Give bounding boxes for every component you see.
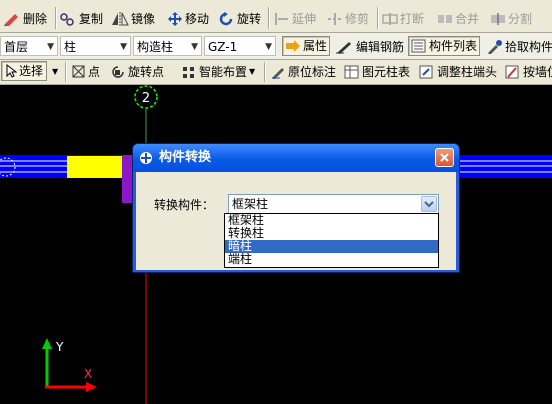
subtype-select[interactable]: 构造柱 ▼	[133, 36, 202, 56]
delete-button[interactable]: 删除	[3, 9, 47, 29]
chevron-down-icon: ▼	[249, 67, 256, 76]
chevron-down-icon: ▼	[52, 67, 59, 76]
extend-button[interactable]: 延伸	[274, 9, 316, 29]
list-icon	[411, 39, 426, 53]
smart-layout-button[interactable]: 智能布置 ▼	[181, 62, 255, 82]
component-toolbar: 首层 ▼ 柱 ▼ 构造柱 ▼ GZ-1 ▼ 属性 编辑钢筋 构件列表 拾取构件	[0, 33, 552, 60]
ucs-y-label: Y	[55, 340, 64, 354]
point-icon	[72, 65, 85, 78]
option-transfer-column[interactable]: 转换柱	[225, 227, 438, 240]
axis-number: 2	[142, 91, 150, 106]
by-wall-button[interactable]: 按墙位	[505, 62, 552, 82]
convert-component-select[interactable]: 框架柱	[228, 194, 439, 214]
move-icon	[168, 12, 182, 26]
toolbar-separator	[65, 62, 66, 82]
toolbar-separator	[264, 62, 265, 82]
properties-button[interactable]: 属性	[282, 36, 331, 56]
origin-mark-button[interactable]: 原位标注	[270, 62, 336, 82]
chevron-down-icon: ▼	[191, 42, 198, 52]
toolbar-separator	[55, 7, 56, 29]
copy-icon	[60, 13, 74, 26]
smart-layout-icon	[183, 67, 194, 78]
adjust-end-button[interactable]: 调整柱端头	[419, 62, 497, 82]
ucs-x-arrow	[86, 382, 97, 392]
dialog-titlebar[interactable]: 构件转换	[133, 144, 459, 172]
element-select[interactable]: GZ-1 ▼	[204, 36, 276, 56]
edit-toolbar: 删除 复制 镜像 移动 旋转 延伸 修剪 打断 合并 分割	[0, 0, 552, 33]
rotate-icon	[219, 12, 233, 26]
adjust-end-icon	[419, 65, 433, 79]
toolbar-separator	[377, 7, 378, 29]
ucs-x-label: X	[84, 367, 92, 381]
break-button[interactable]: 打断	[382, 9, 424, 29]
pick-component-button[interactable]: 拾取构件	[487, 37, 552, 57]
column-yellow	[67, 156, 122, 178]
edit-rebar-button[interactable]: 编辑钢筋	[336, 37, 404, 57]
pencil-icon	[272, 68, 284, 79]
cursor-icon	[6, 64, 17, 78]
app-icon	[140, 152, 152, 164]
floor-select[interactable]: 首层 ▼	[0, 36, 58, 56]
chevron-down-icon: ▼	[265, 42, 272, 52]
move-button[interactable]: 移动	[168, 9, 209, 29]
close-button[interactable]	[435, 148, 454, 167]
rotate-button[interactable]: 旋转	[219, 9, 261, 29]
point-button[interactable]: 点	[72, 62, 100, 82]
trim-icon	[328, 13, 342, 25]
select-dropdown-button[interactable]: ▼	[52, 62, 58, 82]
split-button[interactable]: 分割	[490, 9, 532, 29]
convert-field-label: 转换构件：	[154, 198, 215, 212]
mirror-button[interactable]: 镜像	[111, 9, 155, 29]
copy-button[interactable]: 复制	[59, 9, 103, 29]
combo-dropdown-button[interactable]	[421, 196, 437, 212]
toolbar-separator	[268, 7, 269, 29]
break-icon	[382, 13, 398, 25]
chevron-down-icon	[424, 201, 434, 208]
select-button[interactable]: 选择	[1, 61, 48, 81]
option-end-column[interactable]: 端柱	[225, 253, 438, 266]
close-icon	[440, 153, 449, 162]
component-list-button[interactable]: 构件列表	[408, 36, 481, 56]
eyedropper-icon	[488, 40, 502, 54]
merge-icon	[438, 15, 452, 23]
column-table-button[interactable]: 图元柱表	[344, 62, 410, 82]
type-select[interactable]: 柱 ▼	[60, 36, 131, 56]
mirror-icon	[112, 12, 129, 26]
extend-icon	[275, 13, 288, 25]
trim-button[interactable]: 修剪	[327, 9, 369, 29]
rotate-point-icon	[112, 66, 124, 78]
wall-pen-icon	[505, 65, 519, 79]
split-icon	[491, 13, 505, 25]
option-hidden-column[interactable]: 暗柱	[225, 240, 438, 253]
merge-button[interactable]: 合并	[437, 9, 479, 29]
ucs-y-arrow	[42, 338, 52, 349]
rebar-pen-icon	[336, 42, 351, 54]
draw-toolbar: 选择 ▼ 点 旋转点 智能布置▼ 原位标注 图元柱表 调整柱端头 按墙位	[0, 60, 552, 85]
dialog-title: 构件转换	[159, 150, 212, 165]
convert-options-list: 框架柱 转换柱 暗柱 端柱	[224, 213, 439, 268]
chevron-down-icon: ▼	[47, 42, 54, 52]
chevron-down-icon: ▼	[120, 42, 127, 52]
properties-icon	[286, 40, 300, 52]
delete-icon	[4, 14, 18, 26]
rotate-point-button[interactable]: 旋转点	[110, 62, 164, 82]
table-icon	[344, 65, 359, 79]
